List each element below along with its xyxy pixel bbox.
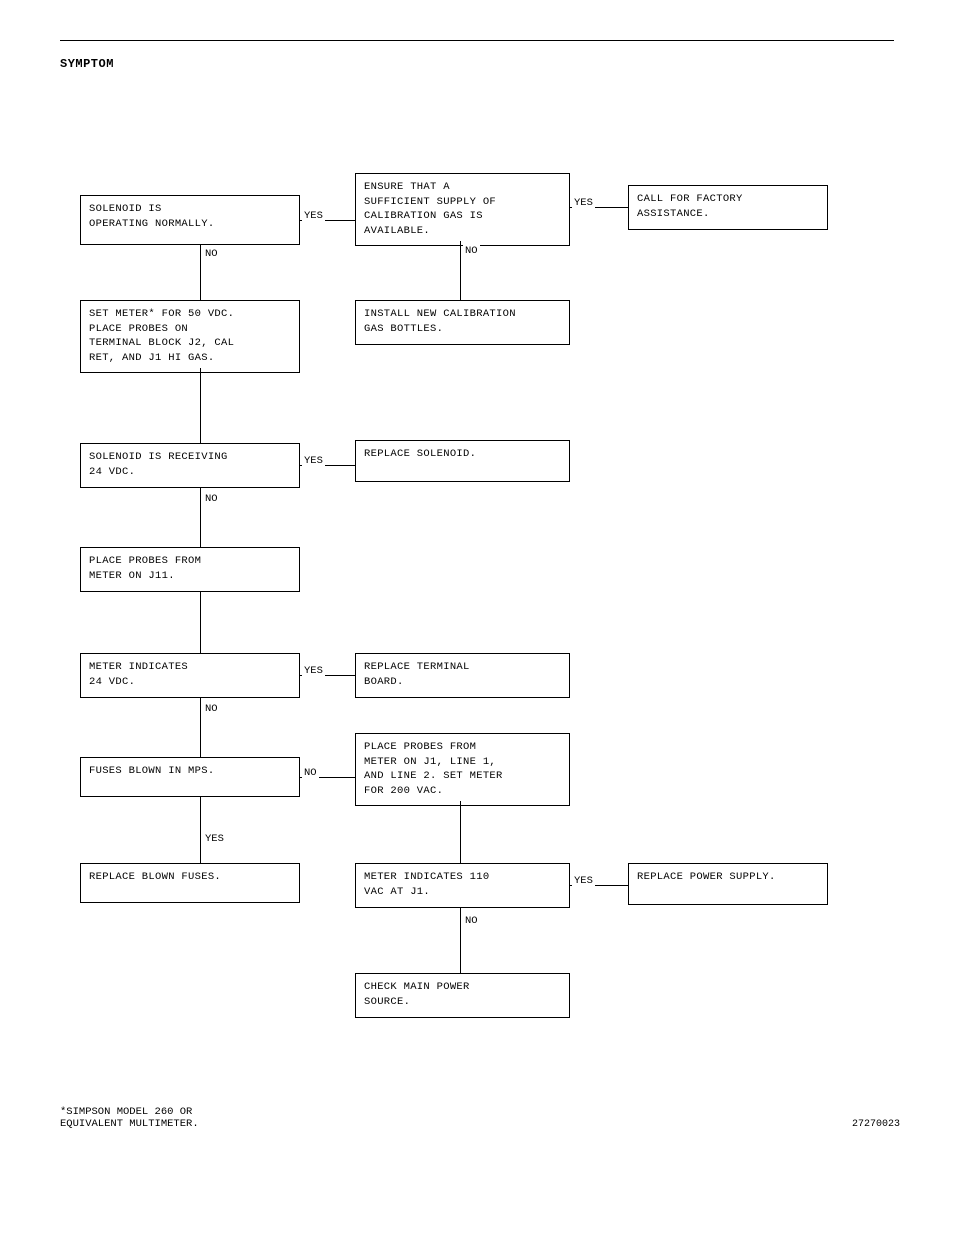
label-yes6: YES [572,875,595,887]
label-yes2: YES [572,197,595,209]
line-b2-no [460,241,461,300]
label-no5: NO [302,767,319,779]
label-no1: NO [203,248,220,260]
box-replace-solenoid: REPLACE SOLENOID. [355,440,570,482]
line-b14-no [460,908,461,973]
box-check-main-power: CHECK MAIN POWERSOURCE. [355,973,570,1018]
box-place-probes-j11: PLACE PROBES FROMMETER ON J11. [80,547,300,592]
box-ensure-supply: ENSURE THAT ASUFFICIENT SUPPLY OFCALIBRA… [355,173,570,246]
box-install-gas: INSTALL NEW CALIBRATIONGAS BOTTLES. [355,300,570,345]
box-solenoid-receiving: SOLENOID IS RECEIVING24 VDC. [80,443,300,488]
box-replace-fuses: REPLACE BLOWN FUSES. [80,863,300,903]
line-b12-b14 [460,801,461,863]
box-place-probes-j1: PLACE PROBES FROMMETER ON J1, LINE 1,AND… [355,733,570,806]
label-yes3: YES [302,455,325,467]
box-replace-power-supply: REPLACE POWER SUPPLY. [628,863,828,905]
label-yes1: YES [302,210,325,222]
label-no3: NO [203,493,220,505]
page-number: 27270023 [852,1119,900,1130]
symptom-label: SYMPTOM [60,57,894,71]
box-set-meter: SET METER* FOR 50 VDC.PLACE PROBES ONTER… [80,300,300,373]
line-b1-no [200,245,201,300]
box-meter-24vdc: METER INDICATES24 VDC. [80,653,300,698]
box-call-factory: CALL FOR FACTORYASSISTANCE. [628,185,828,230]
box-solenoid-operating: SOLENOID ISOPERATING NORMALLY. [80,195,300,245]
box-fuses-blown: FUSES BLOWN IN MPS. [80,757,300,797]
label-no4: NO [203,703,220,715]
label-yes5: YES [203,833,226,845]
box-meter-110vac: METER INDICATES 110VAC AT J1. [355,863,570,908]
line-b6-no [200,488,201,547]
top-divider [60,40,894,41]
label-yes4: YES [302,665,325,677]
line-b4-b6 [200,368,201,443]
box-replace-terminal: REPLACE TERMINALBOARD. [355,653,570,698]
line-b9-no [200,698,201,757]
line-b8-b9 [200,592,201,653]
flowchart-diagram: SOLENOID ISOPERATING NORMALLY. ENSURE TH… [60,85,900,1185]
line-b11-yes [200,797,201,863]
label-no6: NO [463,915,480,927]
footnote: *SIMPSON MODEL 260 OREQUIVALENT MULTIMET… [60,1106,199,1130]
label-no2: NO [463,245,480,257]
